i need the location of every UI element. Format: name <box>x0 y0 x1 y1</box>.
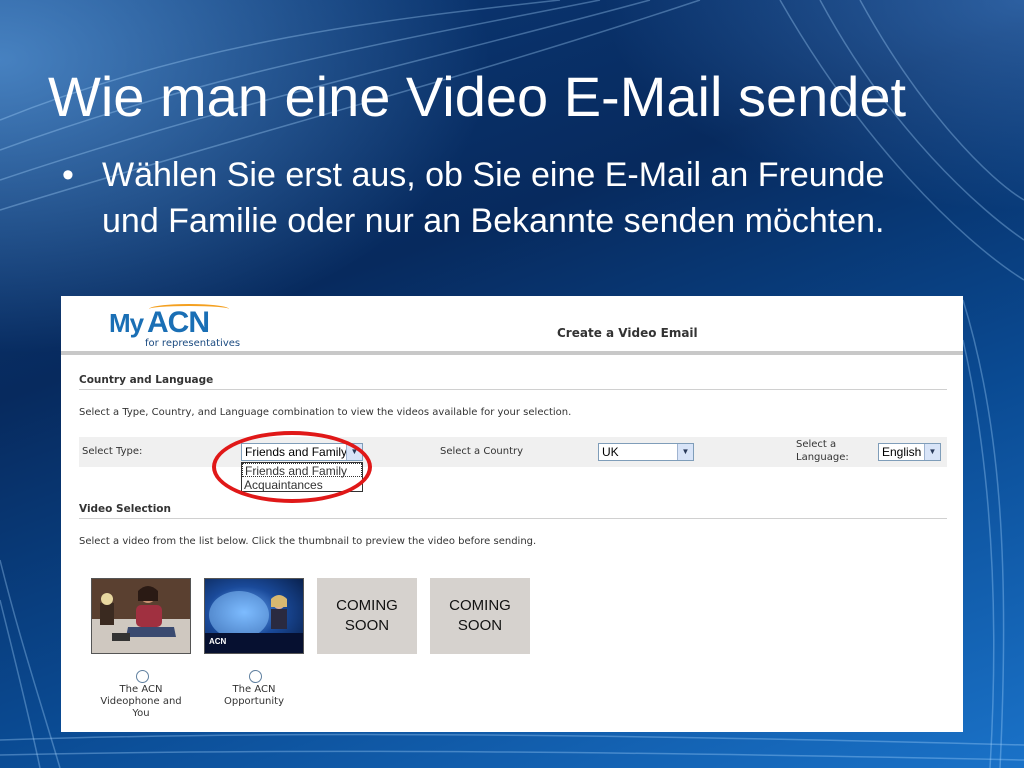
highlight-circle <box>212 431 372 503</box>
language-select[interactable]: English ▼ <box>878 443 941 461</box>
video-caption-opportunity: The ACN Opportunity <box>223 684 284 707</box>
logo-acn: ACN <box>147 306 210 339</box>
selection-row: Select Type: Friends and Family ▼ Select… <box>79 437 947 467</box>
type-label: Select Type: <box>82 446 143 457</box>
country-language-description: Select a Type, Country, and Language com… <box>79 407 572 418</box>
coming-soon-line2: SOON <box>457 617 503 634</box>
video-thumbnail-opportunity[interactable]: ACN <box>204 578 304 654</box>
woman-on-phone-image <box>92 579 190 653</box>
video-caption-videophone: The ACN Videophone and You <box>100 684 182 719</box>
language-label-line1: Select a <box>796 439 837 450</box>
bullet-marker: • <box>62 156 74 194</box>
language-label-line2: Language: <box>796 452 849 463</box>
chevron-down-icon[interactable]: ▼ <box>677 444 693 460</box>
radio-videophone[interactable] <box>136 670 149 683</box>
header-divider <box>61 351 963 355</box>
screenshot-panel: My ACN for representatives Create a Vide… <box>61 296 963 732</box>
slide-title: Wie man eine Video E-Mail sendet <box>48 65 907 128</box>
language-select-value: English <box>882 445 922 459</box>
video-selection-heading: Video Selection <box>79 503 171 515</box>
country-language-heading: Country and Language <box>79 374 214 386</box>
country-select[interactable]: UK ▼ <box>598 443 694 461</box>
myacn-logo: My ACN for representatives <box>109 304 249 354</box>
chevron-down-icon[interactable]: ▼ <box>924 444 940 460</box>
logo-subtitle: for representatives <box>145 338 241 349</box>
coming-soon-tile: COMING SOON <box>317 578 417 654</box>
bullet-text: Wählen Sie erst aus, ob Sie eine E-Mail … <box>102 156 885 240</box>
country-select-value: UK <box>602 445 619 459</box>
logo-my: My <box>109 308 144 338</box>
section-rule <box>79 389 947 390</box>
coming-soon-line1: COMING <box>449 597 511 614</box>
coming-soon-line1: COMING <box>336 597 398 614</box>
page-title: Create a Video Email <box>557 326 698 340</box>
coming-soon-tile: COMING SOON <box>430 578 530 654</box>
coming-soon-line2: SOON <box>344 617 390 634</box>
thumbnail-acn-logo: ACN <box>209 637 227 646</box>
radio-opportunity[interactable] <box>249 670 262 683</box>
section-rule <box>79 518 947 519</box>
video-thumbnail-videophone[interactable] <box>91 578 191 654</box>
country-label: Select a Country <box>440 446 524 457</box>
video-selection-description: Select a video from the list below. Clic… <box>79 536 537 547</box>
